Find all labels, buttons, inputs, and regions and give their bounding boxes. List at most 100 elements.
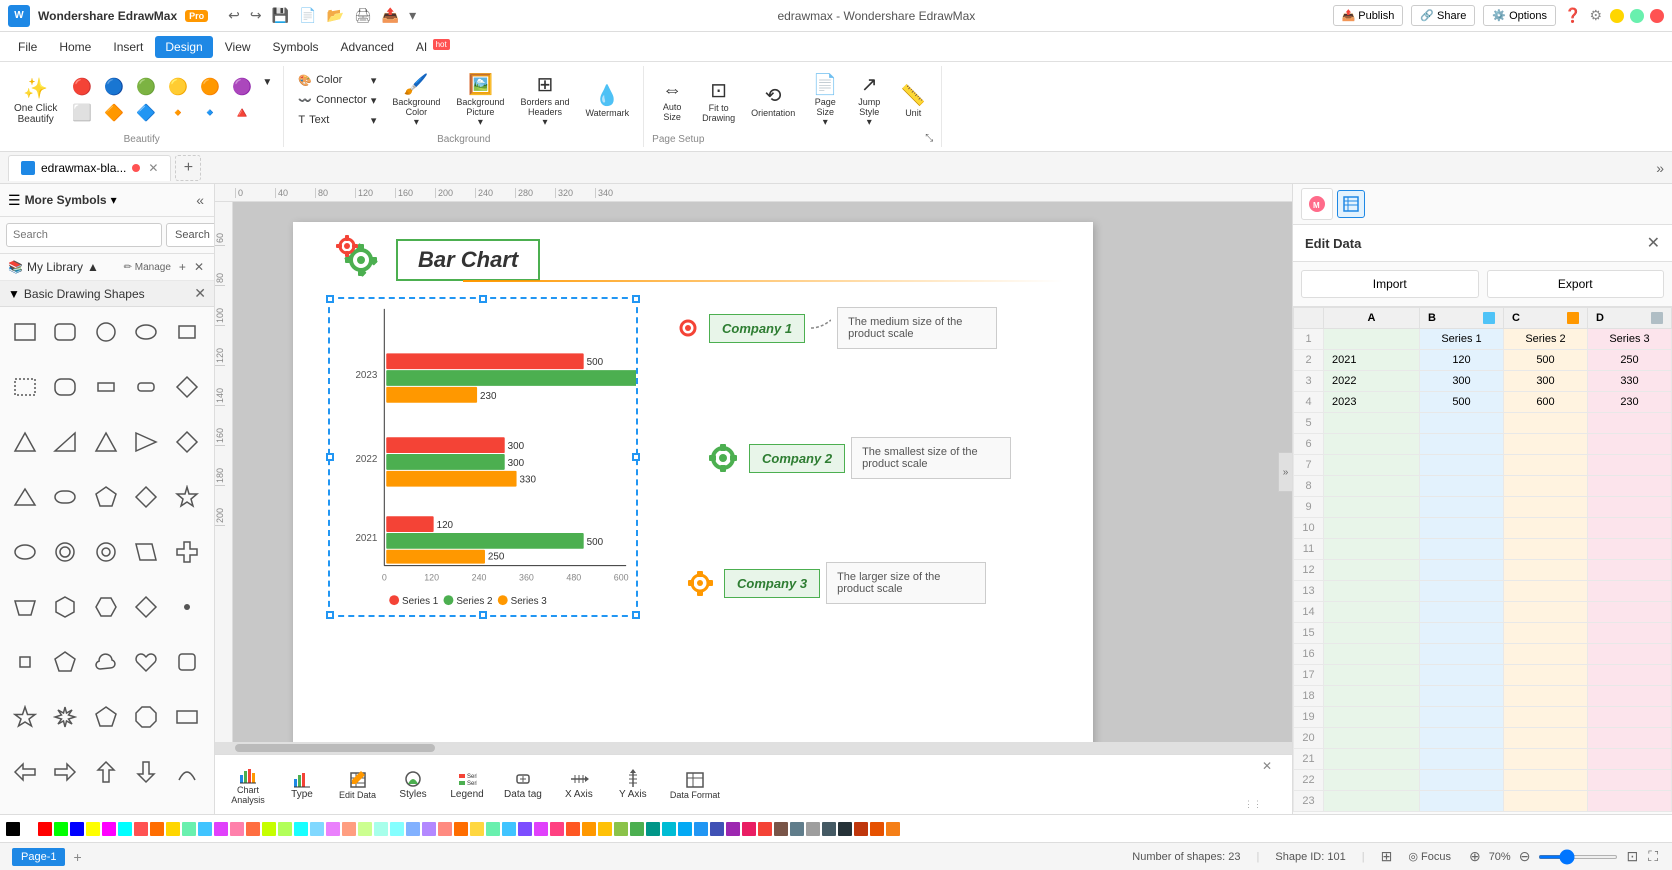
selection-handle-tm[interactable] [479,295,487,303]
color-swatch[interactable] [166,822,180,836]
cell-b[interactable] [1420,518,1504,539]
y-axis-button[interactable]: Y Axis [608,765,658,804]
cell-c[interactable]: 600 [1504,392,1588,413]
open-file-button[interactable]: 📂 [323,5,348,26]
bg-color-button[interactable]: 🖌️ BackgroundColor ▾ [386,68,446,132]
shape-pentagon2[interactable] [48,645,82,679]
color-swatch[interactable] [262,822,276,836]
cell-d[interactable] [1588,686,1672,707]
color-swatch[interactable] [598,822,612,836]
cell-a[interactable]: 2023 [1324,392,1420,413]
cell-c[interactable] [1504,791,1588,812]
cell-b[interactable] [1420,476,1504,497]
zoom-fit-button[interactable]: ⊡ [1624,846,1640,867]
shape-star-small[interactable] [170,480,204,514]
color-swatch[interactable] [198,822,212,836]
add-tab-button[interactable]: + [175,155,201,181]
style8-button[interactable]: 🔶 [99,101,129,125]
cell-b[interactable] [1420,644,1504,665]
menu-file[interactable]: File [8,36,47,58]
save-file-button[interactable]: 💾 [268,5,293,26]
color-swatch[interactable] [822,822,836,836]
cell-c[interactable] [1504,623,1588,644]
shape-rounded-outline[interactable] [48,370,82,404]
style12-button[interactable]: 🔺 [227,101,257,125]
cell-a[interactable]: 2021 [1324,350,1420,371]
publish-button[interactable]: 📤 Publish [1333,5,1404,26]
shape-hexagon2[interactable] [89,590,123,624]
cell-b[interactable] [1420,728,1504,749]
layers-button[interactable]: ⊞ [1381,848,1393,865]
cell-b[interactable] [1420,497,1504,518]
shape-cloud[interactable] [89,645,123,679]
cell-d[interactable] [1588,560,1672,581]
shape-diamond2[interactable] [170,425,204,459]
add-library-button[interactable]: + [177,258,188,276]
horizontal-scrollbar[interactable] [215,742,1292,754]
chart-analysis-button[interactable]: ChartAnalysis [223,761,273,809]
focus-button[interactable]: ◎ Focus [1408,850,1451,863]
shape-rounded-rect2[interactable] [48,480,82,514]
zoom-out-button[interactable]: ⊖ [1517,846,1533,867]
shape-dot-small[interactable] [170,590,204,624]
color-swatch[interactable] [230,822,244,836]
cell-b[interactable]: Series 1 [1420,329,1504,350]
color-swatch[interactable] [790,822,804,836]
cell-d[interactable]: Series 3 [1588,329,1672,350]
color-swatch[interactable] [646,822,660,836]
cell-d[interactable] [1588,602,1672,623]
shape-square-sm[interactable] [8,645,42,679]
cell-a[interactable] [1324,455,1420,476]
cell-a[interactable] [1324,413,1420,434]
shape-star8[interactable] [48,700,82,734]
cell-c[interactable] [1504,539,1588,560]
shape-up-arrow[interactable] [89,755,123,789]
cell-c[interactable] [1504,518,1588,539]
help-button[interactable]: ❓ [1564,7,1581,24]
cell-b[interactable]: 120 [1420,350,1504,371]
color-swatch[interactable] [422,822,436,836]
type-button[interactable]: Type [277,765,327,804]
bottom-toolbar-close-button[interactable]: ✕ [1262,759,1272,773]
unit-button[interactable]: 📏 Unit [893,79,933,122]
cell-a[interactable] [1324,434,1420,455]
cell-a[interactable] [1324,770,1420,791]
data-tag-button[interactable]: Data tag [496,765,550,804]
color-swatch[interactable] [294,822,308,836]
selection-handle-mr[interactable] [632,453,640,461]
cell-c[interactable] [1504,749,1588,770]
cell-a[interactable] [1324,728,1420,749]
color-swatch[interactable] [582,822,596,836]
cell-b[interactable] [1420,791,1504,812]
fit-to-drawing-button[interactable]: ⊡ Fit toDrawing [696,74,741,127]
cell-c[interactable] [1504,770,1588,791]
color-swatch[interactable] [886,822,900,836]
selection-handle-br[interactable] [632,611,640,619]
color-swatch[interactable] [486,822,500,836]
manage-button[interactable]: ✏ Manage [122,258,173,276]
close-button[interactable] [1650,9,1664,23]
cell-d[interactable] [1588,665,1672,686]
borders-button[interactable]: ⊞ Borders andHeaders ▾ [514,68,575,132]
cell-b[interactable] [1420,749,1504,770]
cell-a[interactable] [1324,707,1420,728]
shape-diamond3[interactable] [129,590,163,624]
data-format-button[interactable]: Data Format [662,766,728,804]
selection-handle-bl[interactable] [326,611,334,619]
style4-button[interactable]: 🟡 [163,75,193,99]
cell-d[interactable] [1588,623,1672,644]
auto-size-button[interactable]: ⇔ AutoSize [652,75,692,126]
cell-d[interactable] [1588,791,1672,812]
cell-d[interactable] [1588,413,1672,434]
color-swatch[interactable] [742,822,756,836]
share-button[interactable]: 🔗 Share [1411,5,1475,26]
cell-a[interactable] [1324,329,1420,350]
color-swatch[interactable] [86,822,100,836]
shape-octagon[interactable] [129,700,163,734]
active-tab[interactable]: edrawmax-bla... ✕ [8,155,171,181]
shape-cross[interactable] [170,535,204,569]
selection-handle-tr[interactable] [632,295,640,303]
shape-star5[interactable] [8,700,42,734]
cell-b[interactable] [1420,686,1504,707]
cell-c[interactable]: 300 [1504,371,1588,392]
